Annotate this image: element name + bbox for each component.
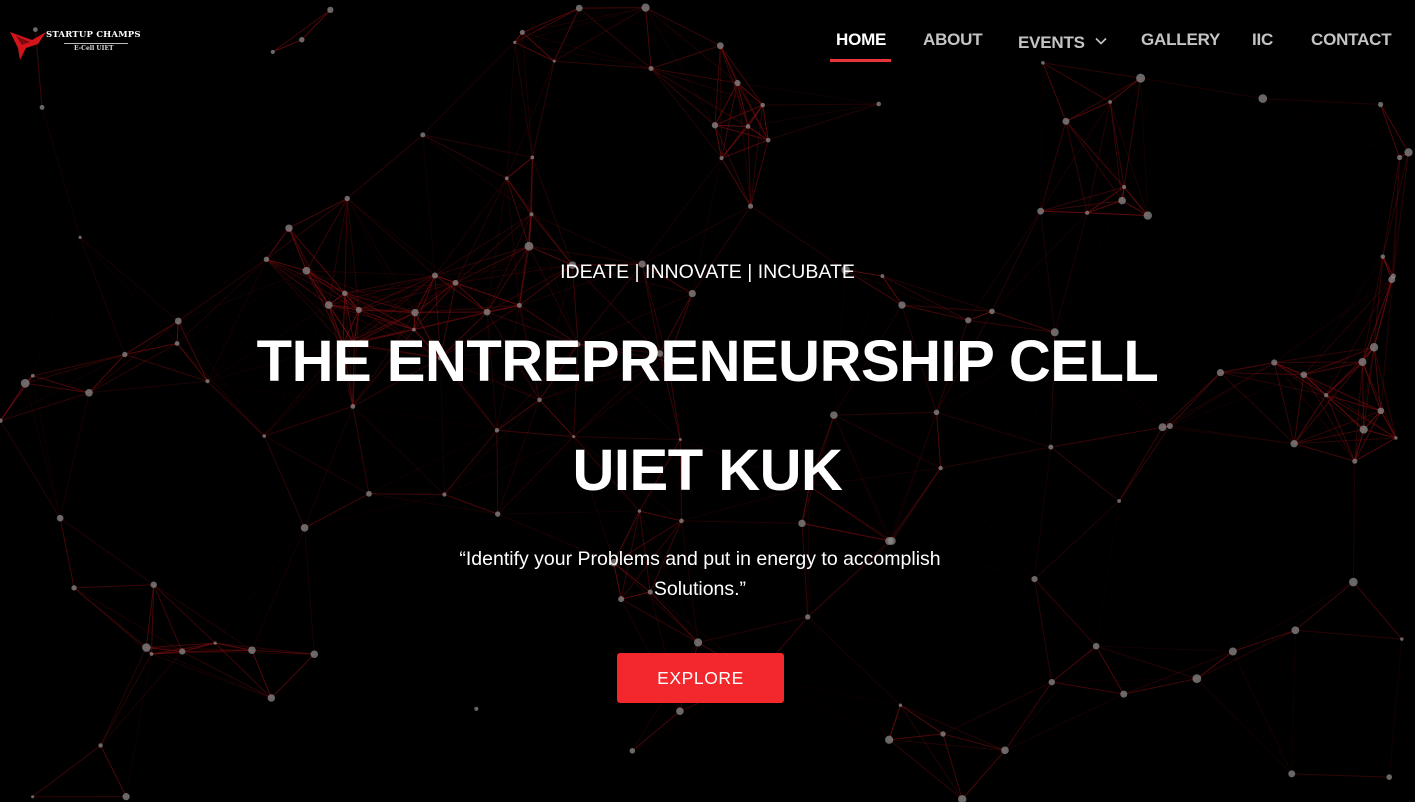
nav-item-events[interactable]: EVENTS [1018, 30, 1107, 53]
brand-logo[interactable]: STARTUP CHAMPS E-Cell UIET [8, 26, 141, 64]
hero-section: IDEATE | INNOVATE | INCUBATE THE ENTREPR… [0, 0, 1415, 802]
main-nav: HOME ABOUT EVENTS GALLERY IIC CONTACT [830, 30, 1415, 62]
nav-item-iic[interactable]: IIC [1252, 30, 1273, 50]
nav-item-contact[interactable]: CONTACT [1311, 30, 1392, 50]
hero-title-line2: UIET KUK [572, 438, 843, 503]
nav-item-label: HOME [836, 30, 887, 49]
nav-item-label: CONTACT [1311, 30, 1392, 49]
hero-title-line1: THE ENTREPRENEURSHIP CELL [256, 329, 1159, 394]
brand-name: STARTUP CHAMPS [46, 30, 141, 40]
nav-item-label: IIC [1252, 30, 1274, 49]
brand-divider [64, 43, 128, 44]
nav-item-label: EVENTS [1018, 33, 1085, 52]
nav-item-gallery[interactable]: GALLERY [1141, 30, 1220, 50]
nav-item-about[interactable]: ABOUT [923, 30, 983, 50]
brand-subtitle: E-Cell UIET [74, 45, 114, 52]
nav-item-label: ABOUT [923, 30, 983, 49]
nav-item-label: GALLERY [1141, 30, 1221, 49]
nav-active-indicator [830, 59, 891, 62]
hero-tagline: IDEATE | INNOVATE | INCUBATE [560, 261, 855, 283]
nav-item-home[interactable]: HOME [836, 30, 886, 50]
hero-quote: “Identify your Problems and put in energ… [459, 548, 941, 600]
site-header: STARTUP CHAMPS E-Cell UIET HOME ABOUT EV… [0, 0, 1415, 84]
explore-button[interactable]: EXPLORE [617, 653, 784, 703]
chevron-down-icon [1095, 30, 1107, 50]
